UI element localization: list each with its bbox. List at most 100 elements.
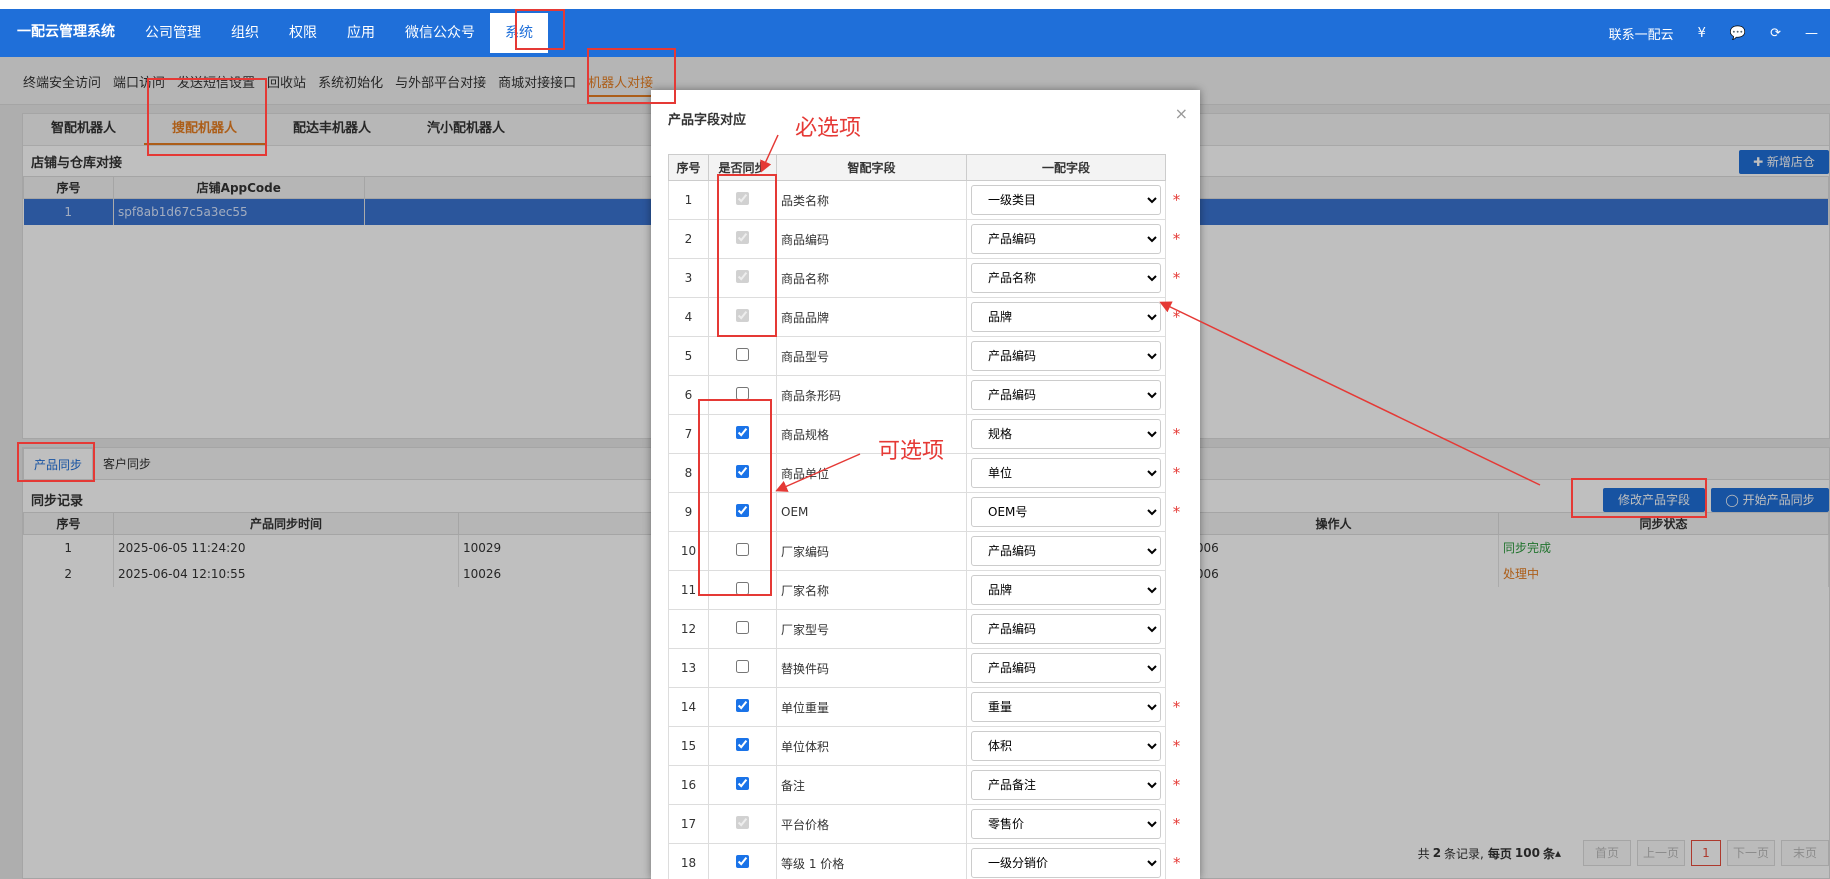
row-no: 13 [668,648,709,688]
top-right-tools: 联系一配云 ¥ 💬 ⟳ — [1597,9,1830,57]
highlight-box-required [717,174,777,337]
row-mapped-cell: 产品备注 [966,765,1166,805]
mapped-field-select[interactable]: 单位 [971,458,1161,488]
required-mark [1166,337,1188,376]
row-field: 商品编码 [776,219,967,259]
row-field: 单位重量 [776,687,967,727]
mapped-field-select[interactable]: 体积 [971,731,1161,761]
refresh-icon[interactable]: ⟳ [1758,26,1793,41]
row-sync-cell [708,843,777,879]
row-sync-cell [708,648,777,688]
row-field: 商品型号 [776,336,967,376]
row-no: 5 [668,336,709,376]
required-mark: * [1172,815,1181,833]
mapped-field-select[interactable]: 产品编码 [971,536,1161,566]
sync-checkbox[interactable] [736,777,749,790]
required-mark [1166,610,1188,649]
row-mapped-cell: 产品编码 [966,219,1166,259]
required-mark: * [1172,737,1181,755]
col-header: 序号 [668,154,709,181]
highlight-box-product-sync-tab [17,442,95,482]
sync-checkbox[interactable] [736,738,749,751]
table-row: 15 单位体积 体积 * [668,726,1188,766]
topnav-item-wechat[interactable]: 微信公众号 [390,13,490,57]
row-field: 厂家编码 [776,531,967,571]
row-mapped-cell: 一级类目 [966,180,1166,220]
modal-title: 产品字段对应 [668,113,747,128]
mapped-field-select[interactable]: 产品编码 [971,614,1161,644]
row-mapped-cell: 一级分销价 [966,843,1166,879]
required-mark: * [1172,425,1181,443]
row-mapped-cell: 产品编码 [966,375,1166,415]
row-field: 商品条形码 [776,375,967,415]
mapped-field-select[interactable]: 产品编码 [971,380,1161,410]
mapped-field-select[interactable]: 产品名称 [971,263,1161,293]
topnav-item-company[interactable]: 公司管理 [130,13,216,57]
table-row: 13 替换件码 产品编码 [668,648,1188,688]
row-mapped-cell: 产品编码 [966,531,1166,571]
col-header: 智配字段 [776,154,967,181]
mapped-field-select[interactable]: 品牌 [971,302,1161,332]
row-mapped-cell: 重量 [966,687,1166,727]
row-sync-cell [708,609,777,649]
mapped-field-select[interactable]: 规格 [971,419,1161,449]
required-mark: * [1173,854,1181,872]
highlight-box-system [515,9,565,50]
col-header-blank [1165,154,1188,181]
app-title: 一配云管理系统 [17,24,115,40]
row-no: 15 [668,726,709,766]
row-field: OEM [776,492,967,532]
row-mapped-cell: OEM号 [966,492,1166,532]
row-mapped-cell: 品牌 [966,570,1166,610]
optional-annotation: 可选项 [878,439,945,464]
highlight-box-soupei-tab [147,78,267,156]
chat-icon[interactable]: 💬 [1718,26,1758,41]
contact-link[interactable]: 联系一配云 [1597,24,1686,43]
mapped-field-select[interactable]: OEM号 [971,497,1161,527]
minimize-icon[interactable]: — [1793,26,1830,41]
sync-checkbox[interactable] [736,660,749,673]
sync-checkbox[interactable] [736,621,749,634]
table-row: 5 商品型号 产品编码 [668,336,1188,376]
topnav-item-org[interactable]: 组织 [216,13,274,57]
row-sync-cell [708,726,777,766]
sync-checkbox [736,816,749,829]
row-no: 16 [668,765,709,805]
row-field: 商品品牌 [776,297,967,337]
row-no: 17 [668,804,709,844]
mapped-field-select[interactable]: 产品编码 [971,224,1161,254]
mapped-field-select[interactable]: 一级分销价 [971,848,1161,878]
required-mark: * [1172,230,1181,248]
sync-checkbox[interactable] [736,348,749,361]
required-mark: * [1172,191,1181,209]
sync-checkbox[interactable] [736,699,749,712]
row-mapped-cell: 规格 [966,414,1166,454]
row-mapped-cell: 产品编码 [966,648,1166,688]
required-mark [1166,532,1188,571]
row-field: 平台价格 [776,804,967,844]
mapped-field-select[interactable]: 产品编码 [971,653,1161,683]
mapped-field-select[interactable]: 一级类目 [971,185,1161,215]
mapped-field-select[interactable]: 品牌 [971,575,1161,605]
mapped-field-select[interactable]: 产品备注 [971,770,1161,800]
mapped-field-select[interactable]: 产品编码 [971,341,1161,371]
required-mark: * [1172,269,1181,287]
close-icon[interactable]: × [1175,104,1188,123]
row-sync-cell [708,804,777,844]
row-field: 厂家名称 [776,570,967,610]
mapped-field-select[interactable]: 重量 [971,692,1161,722]
row-no: 2 [668,219,709,259]
table-row: 18 等级 1 价格 一级分销价 * [668,843,1188,879]
topnav-item-apps[interactable]: 应用 [332,13,390,57]
row-mapped-cell: 产品编码 [966,609,1166,649]
topnav-item-permission[interactable]: 权限 [274,13,332,57]
required-mark [1166,649,1188,688]
required-mark: * [1172,503,1181,521]
row-field: 商品名称 [776,258,967,298]
yen-icon[interactable]: ¥ [1686,26,1718,41]
mapped-field-select[interactable]: 零售价 [971,809,1161,839]
required-mark [1166,571,1188,610]
highlight-box-robot-menu [587,48,676,104]
highlight-box-modify-button [1571,478,1707,518]
sync-checkbox[interactable] [736,855,749,868]
